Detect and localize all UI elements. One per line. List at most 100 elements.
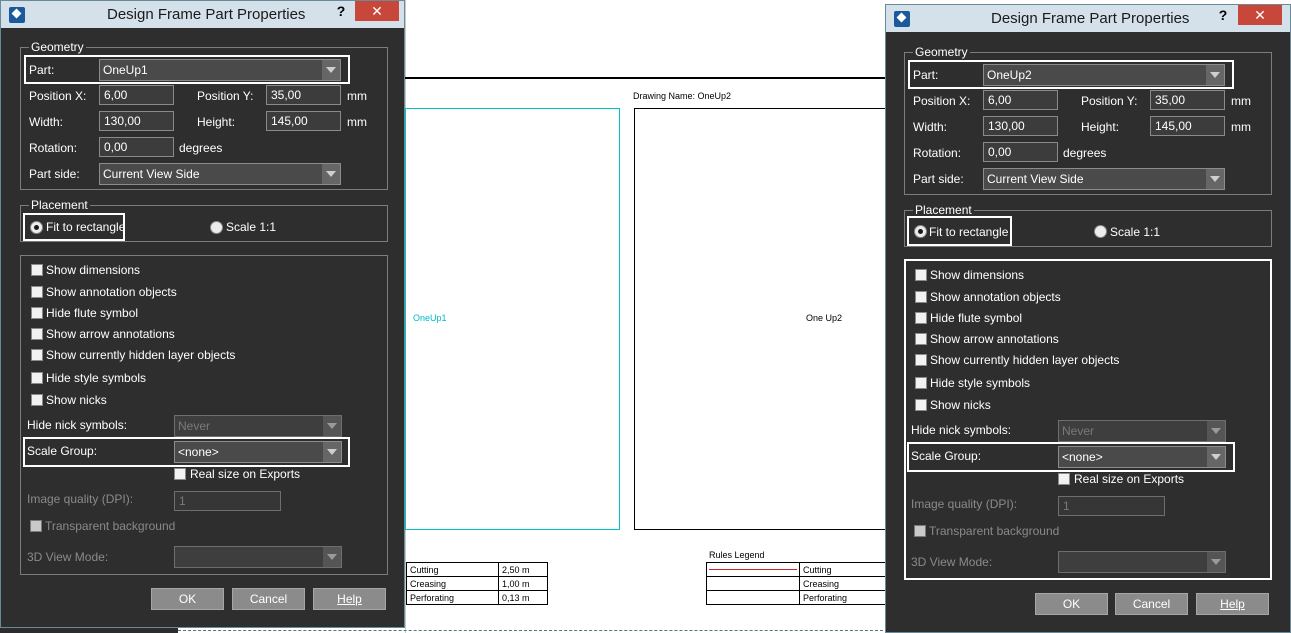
transparent-background-checkbox[interactable] (914, 525, 926, 537)
chevron-down-icon[interactable] (1207, 447, 1225, 467)
frame-oneup2[interactable]: One Up2 (634, 108, 886, 530)
title-bar[interactable]: Design Frame Part Properties ? ✕ (886, 5, 1290, 32)
height-field[interactable]: 145,00 (266, 111, 341, 131)
ok-button[interactable]: OK (151, 588, 224, 610)
show-annotation-objects-checkbox[interactable] (31, 286, 43, 298)
rotation-field[interactable]: 0,00 (983, 142, 1058, 162)
hide-nick-symbols-combo[interactable]: Never (1058, 420, 1226, 442)
position-y-field[interactable]: 35,00 (266, 85, 341, 105)
show-dimensions-checkbox[interactable] (31, 264, 43, 276)
show-hidden-layer-objects-checkbox[interactable] (31, 349, 43, 361)
position-x-label: Position X: (913, 94, 971, 108)
show-annotation-objects-label[interactable]: Show annotation objects (46, 285, 177, 299)
width-field[interactable]: 130,00 (99, 111, 174, 131)
show-arrow-annotations-label[interactable]: Show arrow annotations (46, 327, 175, 341)
part-side-combo[interactable]: Current View Side (99, 163, 341, 185)
show-dimensions-label[interactable]: Show dimensions (930, 268, 1024, 282)
help-button[interactable]: Help (1196, 593, 1269, 615)
scale-group-label: Scale Group: (27, 444, 98, 458)
show-arrow-annotations-label[interactable]: Show arrow annotations (930, 332, 1059, 346)
frame-oneup1[interactable]: OneUp1 (405, 108, 620, 530)
3d-view-mode-label: 3D View Mode: (27, 550, 109, 564)
close-button[interactable]: ✕ (1238, 5, 1282, 25)
show-arrow-annotations-checkbox[interactable] (915, 333, 927, 345)
transparent-background-checkbox[interactable] (30, 520, 42, 532)
chevron-down-icon[interactable] (322, 164, 340, 184)
3d-view-mode-combo[interactable] (174, 546, 342, 568)
chevron-down-icon[interactable] (1207, 552, 1225, 572)
transparent-background-label[interactable]: Transparent background (45, 519, 175, 533)
image-quality-field[interactable]: 1 (174, 491, 281, 511)
position-y-field[interactable]: 35,00 (1150, 90, 1225, 110)
fit-to-rectangle-label[interactable]: Fit to rectangle (929, 225, 1008, 239)
ok-button[interactable]: OK (1035, 593, 1108, 615)
height-field[interactable]: 145,00 (1150, 116, 1225, 136)
3d-view-mode-combo[interactable] (1058, 551, 1226, 573)
fit-to-rectangle-radio[interactable] (914, 225, 927, 238)
rules-legend-table: Cutting Creasing Perforating (706, 562, 888, 605)
part-side-label: Part side: (913, 172, 964, 186)
position-x-field[interactable]: 6,00 (99, 85, 174, 105)
show-annotation-objects-checkbox[interactable] (915, 291, 927, 303)
chevron-down-icon[interactable] (1206, 169, 1224, 189)
scale-1-1-label[interactable]: Scale 1:1 (1110, 225, 1160, 239)
rotation-label: Rotation: (913, 146, 962, 160)
transparent-background-label[interactable]: Transparent background (929, 524, 1059, 538)
real-size-on-exports-checkbox[interactable] (1058, 473, 1070, 485)
hide-style-symbols-label[interactable]: Hide style symbols (930, 376, 1030, 390)
drawing-name-label: Drawing Name: OneUp2 (633, 91, 732, 101)
geometry-group-title: Geometry (913, 45, 970, 59)
show-hidden-layer-objects-label[interactable]: Show currently hidden layer objects (930, 353, 1119, 367)
cancel-button[interactable]: Cancel (1115, 593, 1188, 615)
chevron-down-icon[interactable] (323, 547, 341, 567)
part-side-label: Part side: (29, 167, 80, 181)
help-icon[interactable]: ? (331, 3, 351, 23)
canvas-dotted-border (178, 630, 888, 631)
width-field[interactable]: 130,00 (983, 116, 1058, 136)
real-size-on-exports-label[interactable]: Real size on Exports (1074, 472, 1184, 486)
real-size-on-exports-label[interactable]: Real size on Exports (190, 467, 300, 481)
help-button[interactable]: Help (313, 588, 386, 610)
scale-group-combo[interactable]: <none> (174, 441, 342, 463)
chevron-down-icon[interactable] (1207, 421, 1225, 441)
show-dimensions-label[interactable]: Show dimensions (46, 263, 140, 277)
hide-style-symbols-checkbox[interactable] (915, 377, 927, 389)
hide-nick-symbols-combo[interactable]: Never (174, 415, 342, 437)
hide-flute-symbol-checkbox[interactable] (915, 312, 927, 324)
hide-flute-symbol-checkbox[interactable] (31, 307, 43, 319)
show-dimensions-checkbox[interactable] (915, 269, 927, 281)
cancel-button[interactable]: Cancel (232, 588, 305, 610)
show-nicks-label[interactable]: Show nicks (930, 398, 991, 412)
table-row: Cutting 2,50 m (406, 562, 548, 577)
scale-1-1-radio[interactable] (210, 221, 223, 234)
hide-flute-symbol-label[interactable]: Hide flute symbol (46, 306, 138, 320)
fit-to-rectangle-radio[interactable] (30, 221, 43, 234)
rotation-unit: degrees (179, 141, 223, 155)
show-hidden-layer-objects-checkbox[interactable] (915, 354, 927, 366)
placement-group-title: Placement (913, 203, 974, 217)
scale-1-1-label[interactable]: Scale 1:1 (226, 220, 276, 234)
show-nicks-label[interactable]: Show nicks (46, 393, 107, 407)
show-annotation-objects-label[interactable]: Show annotation objects (930, 290, 1061, 304)
hide-nick-symbols-value: Never (178, 419, 211, 433)
rotation-field[interactable]: 0,00 (99, 137, 174, 157)
show-nicks-checkbox[interactable] (31, 394, 43, 406)
show-arrow-annotations-checkbox[interactable] (31, 328, 43, 340)
chevron-down-icon[interactable] (323, 442, 341, 462)
close-button[interactable]: ✕ (355, 1, 399, 21)
fit-to-rectangle-label[interactable]: Fit to rectangle (46, 220, 125, 234)
scale-1-1-radio[interactable] (1094, 225, 1107, 238)
image-quality-field[interactable]: 1 (1058, 496, 1165, 516)
show-nicks-checkbox[interactable] (915, 399, 927, 411)
position-x-field[interactable]: 6,00 (983, 90, 1058, 110)
title-bar[interactable]: Design Frame Part Properties ? ✕ (1, 1, 404, 28)
hide-style-symbols-checkbox[interactable] (31, 372, 43, 384)
part-side-combo[interactable]: Current View Side (983, 168, 1225, 190)
chevron-down-icon[interactable] (323, 416, 341, 436)
help-icon[interactable]: ? (1213, 7, 1233, 27)
show-hidden-layer-objects-label[interactable]: Show currently hidden layer objects (46, 348, 235, 362)
hide-flute-symbol-label[interactable]: Hide flute symbol (930, 311, 1022, 325)
real-size-on-exports-checkbox[interactable] (174, 468, 186, 480)
scale-group-combo[interactable]: <none> (1058, 446, 1226, 468)
hide-style-symbols-label[interactable]: Hide style symbols (46, 371, 146, 385)
